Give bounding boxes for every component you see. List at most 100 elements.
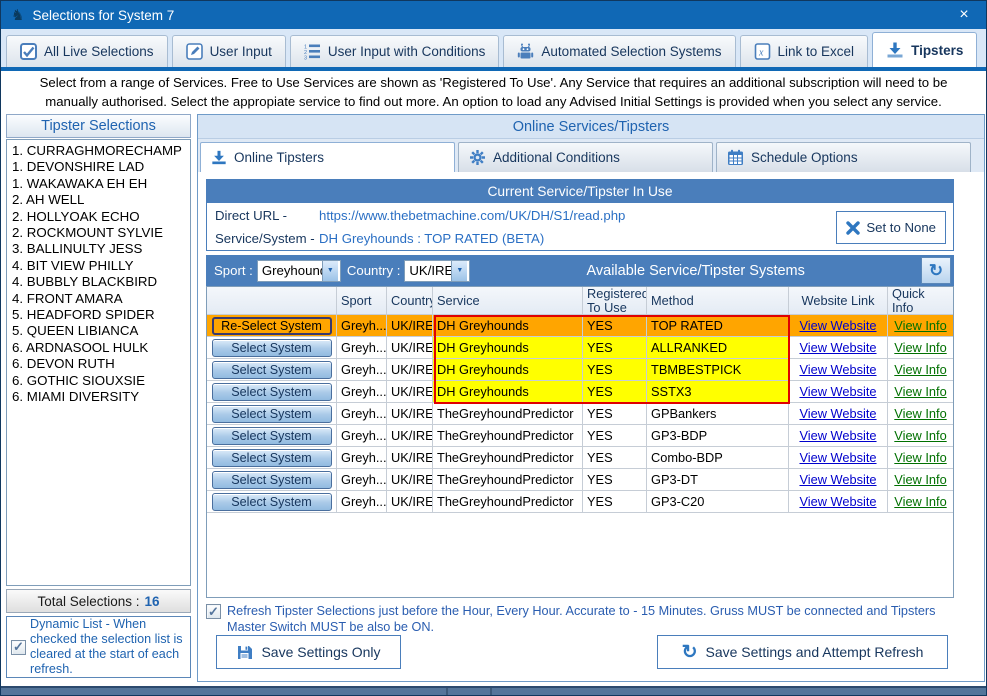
list-item[interactable]: 6. DEVON RUTH bbox=[12, 356, 185, 372]
list-item[interactable]: 4. FRONT AMARA bbox=[12, 291, 185, 307]
country-cell: UK/IRE bbox=[387, 425, 433, 447]
view-info-link[interactable]: View Info bbox=[894, 428, 946, 443]
service-cell: TheGreyhoundPredictor bbox=[433, 447, 583, 469]
sport-cell: Greyh... bbox=[337, 337, 387, 359]
tipster-selections-list[interactable]: 1. CURRAGHMORECHAMP 1. DEVONSHIRE LAD 1.… bbox=[6, 139, 191, 586]
view-website-link[interactable]: View Website bbox=[799, 340, 876, 355]
tab-tipsters[interactable]: Tipsters bbox=[872, 32, 977, 67]
sport-select[interactable]: Greyhound ▼ bbox=[257, 260, 341, 282]
service-cell: TheGreyhoundPredictor bbox=[433, 425, 583, 447]
view-website-link[interactable]: View Website bbox=[799, 450, 876, 465]
select-system-button[interactable]: Select System bbox=[212, 383, 332, 401]
method-cell: GP3-C20 bbox=[647, 491, 789, 513]
window-title: Selections for System 7 bbox=[32, 8, 174, 23]
view-info-link[interactable]: View Info bbox=[894, 340, 946, 355]
view-website-link[interactable]: View Website bbox=[799, 406, 876, 421]
column-header: Sport bbox=[337, 287, 387, 315]
tab-user-input-with-conditions[interactable]: 123 User Input with Conditions bbox=[290, 35, 500, 67]
country-cell: UK/IRE bbox=[387, 469, 433, 491]
view-info-link[interactable]: View Info bbox=[894, 472, 946, 487]
view-website-link[interactable]: View Website bbox=[799, 472, 876, 487]
list-item[interactable]: 4. BUBBLY BLACKBIRD bbox=[12, 274, 185, 290]
download-icon bbox=[211, 150, 227, 165]
registered-cell: YES bbox=[583, 425, 647, 447]
save-settings-and-attempt-refresh-button[interactable]: ↻ Save Settings and Attempt Refresh bbox=[657, 635, 948, 669]
service-cell: DH Greyhounds bbox=[433, 337, 583, 359]
list-item[interactable]: 4. BIT VIEW PHILLY bbox=[12, 258, 185, 274]
select-system-button[interactable]: Select System bbox=[212, 449, 332, 467]
list-item[interactable]: 1. DEVONSHIRE LAD bbox=[12, 159, 185, 175]
table-header-row: Sport Country Service Registered To Use … bbox=[207, 287, 953, 315]
view-website-link[interactable]: View Website bbox=[799, 494, 876, 509]
view-info-link[interactable]: View Info bbox=[894, 450, 946, 465]
service-system-value: DH Greyhounds : TOP RATED (BETA) bbox=[319, 231, 544, 246]
list-item[interactable]: 5. HEADFORD SPIDER bbox=[12, 307, 185, 323]
column-header: Quick Info bbox=[888, 287, 953, 315]
select-system-button[interactable]: Select System bbox=[212, 361, 332, 379]
tab-all-live-selections[interactable]: All Live Selections bbox=[6, 35, 168, 67]
registered-cell: YES bbox=[583, 359, 647, 381]
table-row: Select System Greyh... UK/IRE DH Greyhou… bbox=[207, 337, 953, 359]
set-to-none-button[interactable]: Set to None bbox=[836, 211, 946, 244]
list-item[interactable]: 6. MIAMI DIVERSITY bbox=[12, 389, 185, 405]
sport-cell: Greyh... bbox=[337, 359, 387, 381]
select-system-button[interactable]: Select System bbox=[212, 471, 332, 489]
tab-user-input[interactable]: User Input bbox=[172, 35, 286, 67]
select-system-button[interactable]: Select System bbox=[212, 493, 332, 511]
tab-schedule-options[interactable]: Schedule Options bbox=[716, 142, 971, 172]
list-item[interactable]: 1. CURRAGHMORECHAMP bbox=[12, 143, 185, 159]
chevron-down-icon[interactable]: ▼ bbox=[451, 261, 467, 281]
country-cell: UK/IRE bbox=[387, 447, 433, 469]
direct-url-value[interactable]: https://www.thebetmachine.com/UK/DH/S1/r… bbox=[319, 208, 625, 223]
registered-cell: YES bbox=[583, 491, 647, 513]
close-button[interactable]: × bbox=[942, 1, 986, 29]
registered-cell: YES bbox=[583, 337, 647, 359]
divider bbox=[490, 688, 492, 695]
save-settings-only-label: Save Settings Only bbox=[261, 644, 380, 660]
country-label: Country : bbox=[347, 263, 401, 278]
checkbox-icon bbox=[20, 43, 37, 60]
view-info-link[interactable]: View Info bbox=[894, 362, 946, 377]
list-item[interactable]: 5. QUEEN LIBIANCA bbox=[12, 323, 185, 339]
tab-online-tipsters[interactable]: Online Tipsters bbox=[200, 142, 455, 172]
list-item[interactable]: 2. ROCKMOUNT SYLVIE bbox=[12, 225, 185, 241]
list-item[interactable]: 1. WAKAWAKA EH EH bbox=[12, 176, 185, 192]
tab-link-to-excel[interactable]: x Link to Excel bbox=[740, 35, 869, 67]
list-item[interactable]: 2. HOLLYOAK ECHO bbox=[12, 209, 185, 225]
x-icon bbox=[846, 221, 860, 235]
dynamic-list-checkbox[interactable]: ✓ bbox=[11, 640, 26, 655]
view-website-link[interactable]: View Website bbox=[799, 362, 876, 377]
select-system-button[interactable]: Select System bbox=[212, 427, 332, 445]
chevron-down-icon[interactable]: ▼ bbox=[322, 261, 338, 281]
sport-cell: Greyh... bbox=[337, 425, 387, 447]
view-info-link[interactable]: View Info bbox=[894, 406, 946, 421]
dynamic-list-box: ✓ Dynamic List - When checked the select… bbox=[6, 616, 191, 678]
service-cell: TheGreyhoundPredictor bbox=[433, 491, 583, 513]
save-settings-only-button[interactable]: Save Settings Only bbox=[216, 635, 401, 669]
view-website-link[interactable]: View Website bbox=[799, 428, 876, 443]
tab-automated-selection-systems[interactable]: Automated Selection Systems bbox=[503, 35, 735, 67]
refresh-checkbox[interactable]: ✓ bbox=[206, 604, 221, 619]
list-item[interactable]: 3. BALLINULTY JESS bbox=[12, 241, 185, 257]
view-website-link[interactable]: View Website bbox=[799, 384, 876, 399]
view-info-link[interactable]: View Info bbox=[894, 384, 946, 399]
view-info-link[interactable]: View Info bbox=[894, 494, 946, 509]
service-cell: DH Greyhounds bbox=[433, 381, 583, 403]
registered-cell: YES bbox=[583, 403, 647, 425]
view-website-link[interactable]: View Website bbox=[799, 318, 876, 333]
tab-additional-conditions[interactable]: Additional Conditions bbox=[458, 142, 713, 172]
refresh-list-button[interactable]: ↻ bbox=[921, 257, 951, 284]
list-item[interactable]: 6. ARDNASOOL HULK bbox=[12, 340, 185, 356]
list-item[interactable]: 6. GOTHIC SIOUXSIE bbox=[12, 373, 185, 389]
country-cell: UK/IRE bbox=[387, 491, 433, 513]
view-info-link[interactable]: View Info bbox=[894, 318, 946, 333]
select-system-button[interactable]: Select System bbox=[212, 339, 332, 357]
refresh-icon: ↻ bbox=[682, 643, 698, 662]
save-buttons-row: Save Settings Only ↻ Save Settings and A… bbox=[198, 635, 984, 671]
list-item[interactable]: 2. AH WELL bbox=[12, 192, 185, 208]
country-select[interactable]: UK/IRE ▼ bbox=[404, 260, 470, 282]
select-system-button[interactable]: Select System bbox=[212, 405, 332, 423]
re-select-system-button[interactable]: Re-Select System bbox=[212, 317, 332, 335]
column-header: Service bbox=[433, 287, 583, 315]
table-row: Select System Greyh... UK/IRE DH Greyhou… bbox=[207, 359, 953, 381]
